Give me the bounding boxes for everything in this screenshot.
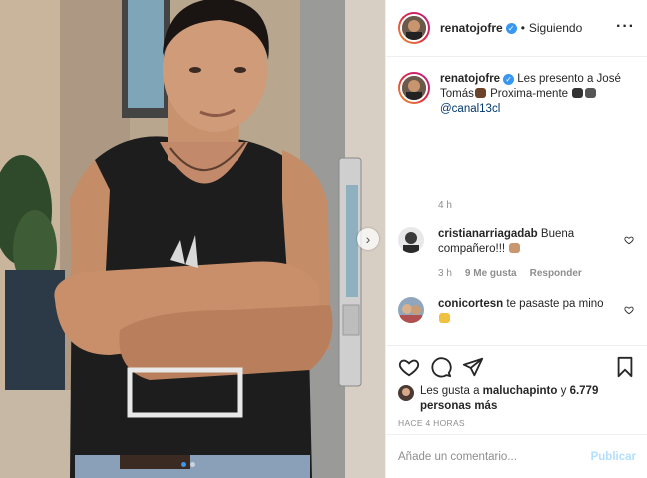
commenter-avatar[interactable] [398,227,424,253]
post-image [0,0,385,478]
comment-item: cristianarriagadab Buena compañero!!! 3 … [398,227,638,281]
caption-mention-link[interactable]: @canal13cl [440,103,500,115]
comment-like-heart-icon[interactable] [624,235,634,245]
likes-middle: y [557,385,570,397]
likes-summary: Les gusta a maluchapinto y 6.779 persona… [398,384,620,414]
post-header: renatojofre ✓ • Siguiendo ··· [386,0,647,57]
clap-emoji-icon [439,313,450,323]
share-icon[interactable] [462,356,484,378]
caption-timestamp[interactable]: 4 h [438,200,452,211]
post-caption: renatojofre ✓ Les presento a José Tomás P… [398,72,638,117]
comment-username[interactable]: conicortesn [438,298,503,310]
author-avatar[interactable] [398,12,430,44]
carousel-next-button[interactable]: › [357,228,379,250]
carousel-dot [190,462,195,467]
commenter-avatar[interactable] [398,297,424,323]
comment-item: conicortesn te pasaste pa mino [398,297,638,327]
carousel-dots [181,462,195,467]
caption-text-2: Proxima-mente [486,88,572,100]
post-actions: Les gusta a maluchapinto y 6.779 persona… [386,345,647,478]
caption-avatar[interactable] [398,72,430,104]
add-comment-input[interactable] [398,451,591,463]
comment-likes-count[interactable]: 9 Me gusta [465,266,517,281]
bookmark-icon[interactable] [614,356,636,378]
publish-comment-button[interactable]: Publicar [591,451,636,463]
verified-badge-icon: ✓ [503,74,515,85]
verified-badge-icon: ✓ [505,22,517,34]
author-username[interactable]: renatojofre [440,21,503,35]
comment-username[interactable]: cristianarriagadab [438,228,538,240]
liker-username[interactable]: maluchapinto [483,385,558,397]
clapper-board-emoji-icon [572,88,584,98]
liker-avatar[interactable] [398,385,414,401]
comment-timestamp[interactable]: 3 h [438,266,452,281]
reply-button[interactable]: Responder [530,266,582,281]
post-side-panel: renatojofre ✓ • Siguiendo ··· renatojofr… [385,0,647,478]
post-time-ago[interactable]: HACE 4 HORAS [398,418,465,428]
heart-icon[interactable] [398,356,420,378]
separator-dot: • [520,21,525,35]
film-camera-emoji-icon [585,88,597,98]
more-options-icon[interactable]: ··· [616,18,635,36]
comment-icon[interactable] [430,356,452,378]
caption-username[interactable]: renatojofre [440,73,500,85]
comment-like-heart-icon[interactable] [624,305,634,315]
follow-status-button[interactable]: Siguiendo [529,21,582,35]
clap-emoji-icon [509,243,521,253]
comment-text: te pasaste pa mino [506,298,604,310]
carousel-dot [181,462,186,467]
post-photo[interactable]: › [0,0,385,478]
fist-bump-emoji-icon [474,88,486,98]
add-comment-bar: Publicar [386,434,647,478]
likes-prefix: Les gusta a [420,385,483,397]
comments-list[interactable]: renatojofre ✓ Les presento a José Tomás P… [386,57,647,345]
